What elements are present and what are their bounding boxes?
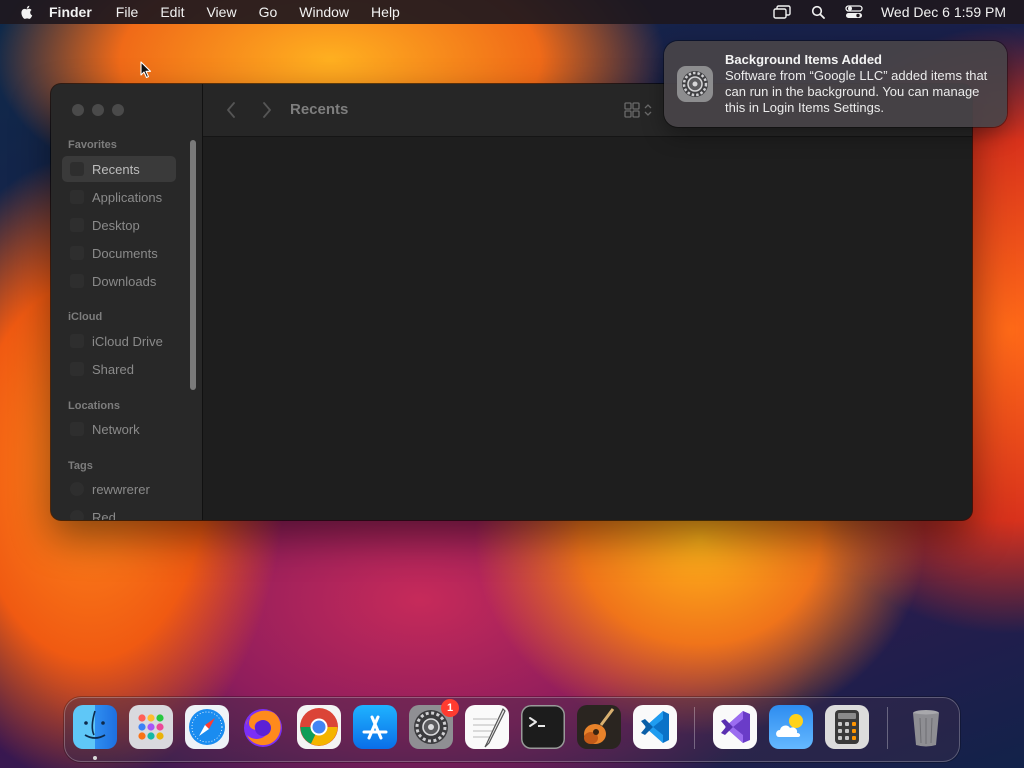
sidebar-item-network[interactable]: Network [62, 416, 176, 442]
dock-weather-icon[interactable] [769, 705, 813, 749]
menu-edit[interactable]: Edit [160, 4, 184, 20]
clock-icon [70, 162, 84, 176]
notification-title: Background Items Added [725, 52, 882, 67]
dock-visual-studio-icon[interactable] [713, 705, 757, 749]
sidebar-item-documents[interactable]: Documents [62, 240, 176, 266]
menu-view[interactable]: View [206, 4, 236, 20]
system-settings-icon [676, 65, 714, 103]
dock-safari-icon[interactable] [185, 705, 229, 749]
sidebar-item-label: iCloud Drive [92, 333, 163, 349]
finder-sidebar: Favorites Recents Applications Desktop D… [51, 84, 203, 520]
menu-finder[interactable]: Finder [49, 4, 92, 20]
document-icon [70, 246, 84, 260]
dock-garageband-icon[interactable] [577, 705, 621, 749]
menu-bar-clock[interactable]: Wed Dec 6 1:59 PM [881, 4, 1006, 20]
sidebar-item-shared[interactable]: Shared [62, 356, 176, 382]
sidebar-item-label: Applications [92, 189, 163, 205]
dock-finder-icon[interactable] [73, 705, 117, 749]
minimize-window-button[interactable] [92, 104, 104, 116]
dock-app-store-icon[interactable] [353, 705, 397, 749]
back-chevron-icon[interactable] [221, 100, 241, 120]
sidebar-item-applications[interactable]: Applications [62, 184, 176, 210]
sidebar-item-desktop[interactable]: Desktop [62, 212, 176, 238]
dock: 1 [64, 697, 960, 762]
notification-badge: 1 [441, 699, 459, 717]
dock-system-settings-icon[interactable]: 1 [409, 699, 459, 749]
dock-vscode-icon[interactable] [633, 705, 677, 749]
dock-firefox-icon[interactable] [241, 705, 285, 749]
control-center-icon[interactable] [845, 4, 863, 20]
tag-dot-icon [70, 510, 84, 520]
chevron-up-down-icon [644, 104, 652, 116]
shared-folder-icon [70, 362, 84, 376]
sidebar-header-icloud: iCloud [68, 311, 103, 323]
grid-view-icon [624, 102, 640, 118]
spotlight-search-icon[interactable] [809, 4, 827, 20]
finder-window: Favorites Recents Applications Desktop D… [51, 84, 972, 520]
cloud-icon [70, 334, 84, 348]
tag-dot-icon [70, 482, 84, 496]
notification-body: Software from “Google LLC” added items t… [725, 68, 988, 115]
sidebar-item-icloud-drive[interactable]: iCloud Drive [62, 328, 176, 354]
running-indicator [93, 756, 97, 760]
desktop-icon [70, 218, 84, 232]
menu-window[interactable]: Window [299, 4, 349, 20]
screen-mirroring-icon[interactable] [773, 4, 791, 20]
sidebar-item-label: Documents [92, 245, 158, 261]
dock-trash-icon[interactable] [904, 705, 948, 749]
menu-help[interactable]: Help [371, 4, 400, 20]
dock-separator [887, 707, 888, 749]
sidebar-item-label: rewwrerer [92, 481, 150, 497]
forward-chevron-icon[interactable] [257, 100, 277, 120]
network-globe-icon [70, 422, 84, 436]
menu-bar: Finder File Edit View Go Window Help Wed… [0, 0, 1024, 24]
sidebar-item-label: Downloads [92, 273, 157, 289]
menu-go[interactable]: Go [259, 4, 278, 20]
window-title: Recents [290, 101, 349, 118]
apple-menu-icon[interactable] [19, 4, 35, 20]
sidebar-item-label: Red [92, 509, 116, 521]
sidebar-item-tag-red[interactable]: Red [62, 504, 176, 520]
mouse-pointer-icon [140, 61, 152, 79]
menu-bar-status-area: Wed Dec 6 1:59 PM [773, 0, 1006, 24]
download-icon [70, 274, 84, 288]
sidebar-scrollbar[interactable] [190, 140, 196, 390]
sidebar-item-tag-rewwrerer[interactable]: rewwrerer [62, 476, 176, 502]
close-window-button[interactable] [72, 104, 84, 116]
sidebar-item-label: Desktop [92, 217, 140, 233]
dock-launchpad-icon[interactable] [129, 705, 173, 749]
dock-separator [694, 707, 695, 749]
menu-file[interactable]: File [116, 4, 139, 20]
sidebar-header-locations: Locations [68, 400, 120, 412]
sidebar-item-downloads[interactable]: Downloads [62, 268, 176, 294]
finder-content-area[interactable]: Recents [203, 84, 972, 520]
sidebar-header-favorites: Favorites [68, 139, 117, 151]
sidebar-header-tags: Tags [68, 460, 93, 472]
applications-icon [70, 190, 84, 204]
dock-calculator-icon[interactable] [825, 705, 869, 749]
sidebar-item-label: Shared [92, 361, 134, 377]
dock-textedit-icon[interactable] [465, 705, 509, 749]
zoom-window-button[interactable] [112, 104, 124, 116]
sidebar-item-recents[interactable]: Recents [62, 156, 176, 182]
dock-terminal-icon[interactable] [521, 705, 565, 749]
dock-chrome-icon[interactable] [297, 705, 341, 749]
sidebar-item-label: Recents [92, 161, 140, 177]
background-items-notification[interactable]: Background Items Added Software from “Go… [664, 41, 1007, 127]
view-options-button[interactable] [624, 100, 660, 120]
window-controls [72, 104, 124, 116]
sidebar-item-label: Network [92, 421, 140, 437]
